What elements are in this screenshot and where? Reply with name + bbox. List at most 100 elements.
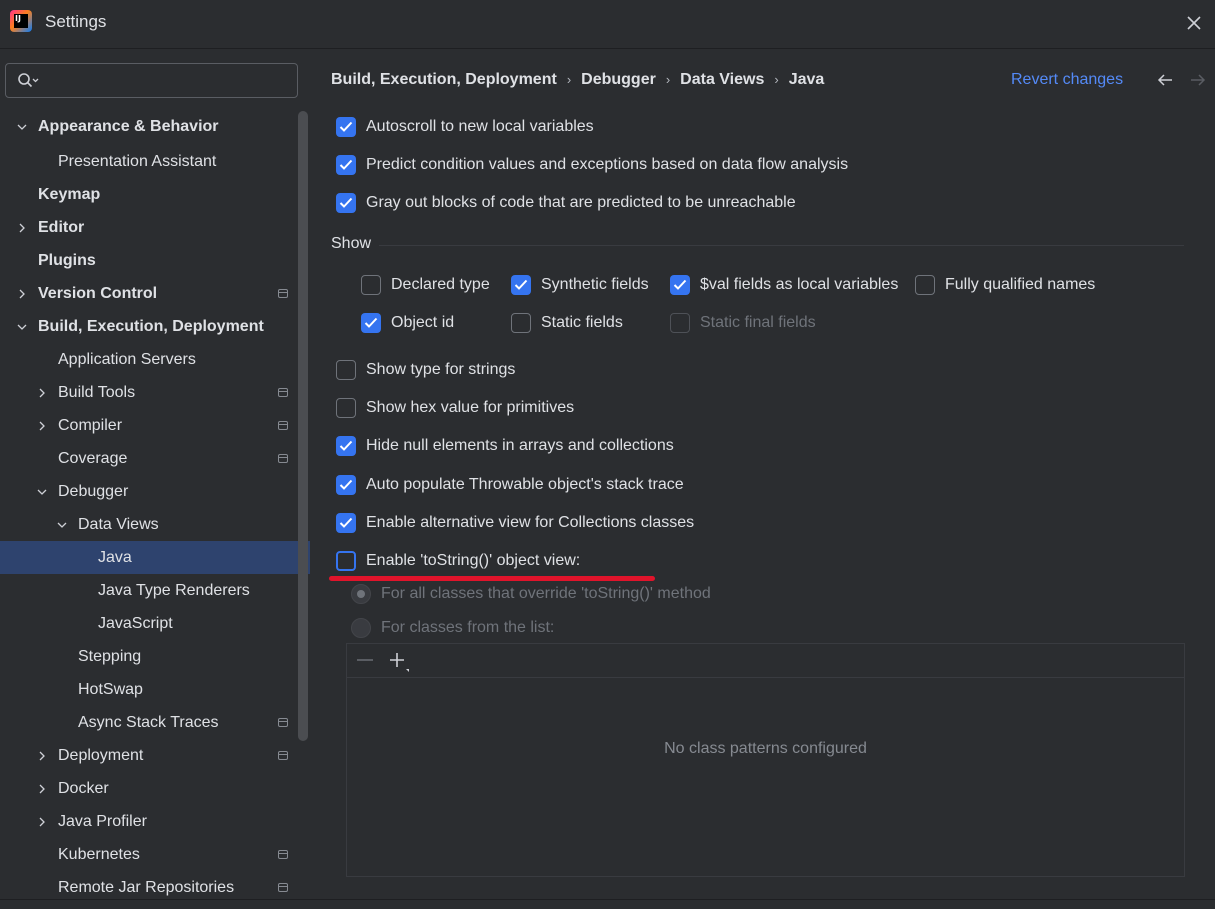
checkbox-label: Enable alternative view for Collections … [366,514,695,531]
sidebar-item[interactable]: Compiler [0,409,310,442]
checkmark-icon [364,317,378,328]
title-bar: IJ Settings [0,0,1215,49]
sidebar-item-label: Async Stack Traces [78,714,219,731]
checkbox-label: Auto populate Throwable object's stack t… [366,476,684,493]
chevron-right-icon[interactable] [36,409,50,442]
checkbox-box[interactable] [336,117,356,137]
remove-pattern-button[interactable] [357,659,373,661]
checkbox-box[interactable] [336,360,356,380]
revert-changes-link[interactable]: Revert changes [1011,69,1123,91]
chevron-right-icon[interactable] [36,376,50,409]
checkbox-box[interactable] [670,275,690,295]
checkbox-label: Enable 'toString()' object view: [366,552,581,569]
checkbox-label: Static fields [541,314,623,331]
sidebar-item-label: Java Profiler [58,813,147,830]
show-section-title: Show [331,235,372,252]
checkbox-box[interactable] [670,313,690,333]
search-input[interactable] [42,70,291,94]
checkmark-icon [339,479,353,490]
checkmark-icon [514,279,528,290]
radio-button[interactable] [351,618,371,638]
chevron-right-icon: › [774,72,779,87]
sidebar-item[interactable]: Debugger [0,475,310,508]
sidebar-item[interactable]: HotSwap [0,673,310,706]
sidebar-item[interactable]: Kubernetes [0,838,310,871]
chevron-right-icon[interactable] [36,805,50,838]
sidebar-item-label: JavaScript [98,615,173,632]
project-level-icon [278,289,288,298]
sidebar-item[interactable]: Application Servers [0,343,310,376]
checkbox-box[interactable] [336,551,356,571]
checkbox-box[interactable] [511,313,531,333]
sidebar-item-label: Presentation Assistant [58,153,217,170]
checkmark-icon [339,159,353,170]
sidebar-item-label: Appearance & Behavior [38,118,219,135]
settings-sidebar: Appearance & Behavior Presentation Assist… [0,49,310,909]
sidebar-item[interactable]: Stepping [0,640,310,673]
chevron-down-icon[interactable] [16,310,30,343]
sidebar-item[interactable]: Java [0,541,310,574]
sidebar-item-label: Kubernetes [58,846,140,863]
chevron-right-icon[interactable] [16,277,30,310]
forward-button[interactable] [1189,73,1207,92]
checkbox-box[interactable] [511,275,531,295]
sidebar-item[interactable]: Java Profiler [0,805,310,838]
sidebar-item-label: Build Tools [58,384,136,401]
chevron-right-icon[interactable] [36,739,50,772]
checkbox-box[interactable] [361,313,381,333]
sidebar-item[interactable]: Build Tools [0,376,310,409]
search-box[interactable] [5,63,298,98]
radio-button[interactable] [351,584,371,604]
checkbox-box[interactable] [336,193,356,213]
sidebar-item[interactable]: Editor [0,211,310,244]
checkbox-label: Gray out blocks of code that are predict… [366,194,796,211]
checkmark-icon [339,197,353,208]
checkbox-box[interactable] [336,513,356,533]
sidebar-item-label: Version Control [38,285,158,302]
chevron-right-icon: › [566,72,572,87]
patterns-toolbar [347,644,1184,678]
project-level-icon [278,718,288,727]
checkbox-box[interactable] [336,475,356,495]
chevron-right-icon[interactable] [16,211,30,244]
sidebar-item[interactable]: Async Stack Traces [0,706,310,739]
back-button[interactable] [1156,73,1174,92]
chevron-down-icon[interactable] [36,475,50,508]
checkbox-label: Synthetic fields [541,276,649,293]
checkmark-icon [339,517,353,528]
checkbox-box[interactable] [336,436,356,456]
sidebar-item-label: Application Servers [58,351,196,368]
checkmark-icon [339,440,353,451]
checkbox-box[interactable] [336,398,356,418]
sidebar-item[interactable]: Build, Execution, Deployment [0,310,310,343]
sidebar-item[interactable]: Docker [0,772,310,805]
breadcrumb-item: Build, Execution, Deployment [331,71,557,88]
chevron-right-icon[interactable] [36,772,50,805]
sidebar-item[interactable]: JavaScript [0,607,310,640]
add-pattern-button[interactable] [387,650,411,674]
sidebar-item[interactable]: Presentation Assistant [0,145,310,178]
arrow-right-icon [1191,74,1206,86]
checkbox-label: Declared type [391,276,490,293]
sidebar-item[interactable]: Plugins [0,244,310,277]
checkbox-label: $val fields as local variables [700,276,899,293]
close-button[interactable] [1181,10,1207,36]
sidebar-item[interactable]: Deployment [0,739,310,772]
close-icon [1187,16,1201,30]
window-title: Settings [45,12,107,31]
sidebar-item[interactable]: Java Type Renderers [0,574,310,607]
checkbox-label: Predict condition values and exceptions … [366,156,849,173]
chevron-down-icon[interactable] [56,508,70,541]
sidebar-item[interactable]: Keymap [0,178,310,211]
sidebar-scrollbar[interactable] [298,111,308,741]
sidebar-item[interactable]: Appearance & Behavior [0,110,310,143]
sidebar-item[interactable]: Coverage [0,442,310,475]
chevron-down-icon[interactable] [16,110,30,143]
project-level-icon [278,454,288,463]
checkbox-box[interactable] [336,155,356,175]
sidebar-item[interactable]: Version Control [0,277,310,310]
checkbox-box[interactable] [915,275,935,295]
sidebar-item-label: Plugins [38,252,96,269]
sidebar-item[interactable]: Data Views [0,508,310,541]
checkbox-box[interactable] [361,275,381,295]
